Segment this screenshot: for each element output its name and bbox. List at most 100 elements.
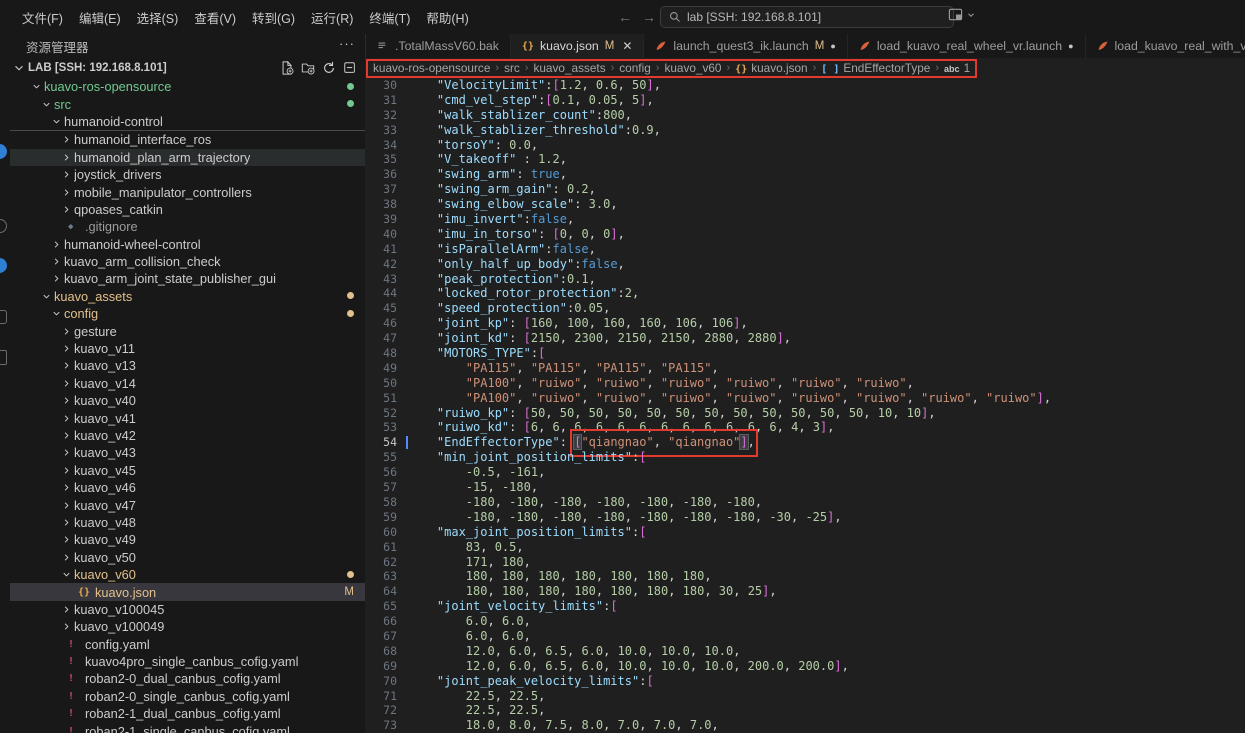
folder-item-kuavo_v100045[interactable]: kuavo_v100045 (10, 601, 365, 618)
code-line-69[interactable]: 69 12.0, 6.0, 6.5, 6.0, 10.0, 10.0, 10.0… (365, 659, 1245, 674)
code-line-30[interactable]: 30 "VelocityLimit":[1.2, 0.6, 50], (365, 78, 1245, 93)
code-line-56[interactable]: 56 -0.5, -161, (365, 465, 1245, 480)
folder-item-kuavo_v46[interactable]: kuavo_v46 (10, 479, 365, 496)
code-line-51[interactable]: 51 "PA100", "ruiwo", "ruiwo", "ruiwo", "… (365, 391, 1245, 406)
dirty-dot-icon[interactable]: ● (1068, 41, 1073, 51)
folder-item-kuavo_v49[interactable]: kuavo_v49 (10, 531, 365, 548)
folder-item-kuavo_arm_joint_state_publisher_gui[interactable]: kuavo_arm_joint_state_publisher_gui (10, 270, 365, 287)
file-item-kuavo4pro_single_canbus_cofig.yaml[interactable]: !kuavo4pro_single_canbus_cofig.yaml (10, 653, 365, 670)
code-line-49[interactable]: 49 "PA115", "PA115", "PA115", "PA115", (365, 361, 1245, 376)
breadcrumb-item-EndEffectorType[interactable]: [ ]EndEffectorType (821, 61, 930, 75)
code-line-48[interactable]: 48 "MOTORS_TYPE":[ (365, 346, 1245, 361)
code-line-39[interactable]: 39 "imu_invert":false, (365, 212, 1245, 227)
code-line-61[interactable]: 61 83, 0.5, (365, 540, 1245, 555)
file-item-roban2-1_dual_canbus_cofig.yaml[interactable]: !roban2-1_dual_canbus_cofig.yaml (10, 705, 365, 722)
folder-item-kuavo_v11[interactable]: kuavo_v11 (10, 340, 365, 357)
folder-item-kuavo_arm_collision_check[interactable]: kuavo_arm_collision_check (10, 253, 365, 270)
breadcrumb-item-src[interactable]: src (504, 61, 520, 75)
menu-item-7[interactable]: 帮助(H) (418, 5, 476, 30)
folder-item-humanoid_plan_arm_trajectory[interactable]: humanoid_plan_arm_trajectory (10, 149, 365, 166)
breadcrumb-item-kuavo_assets[interactable]: kuavo_assets (533, 61, 605, 75)
folder-item-humanoid-wheel-control[interactable]: humanoid-wheel-control (10, 236, 365, 253)
menu-item-6[interactable]: 终端(T) (361, 5, 418, 30)
customize-layout-button[interactable] (948, 7, 976, 22)
code-line-32[interactable]: 32 "walk_stablizer_count":800, (365, 108, 1245, 123)
editor-tab-.TotalMassV60.bak[interactable]: .TotalMassV60.bak (366, 34, 511, 58)
folder-item-kuavo_v43[interactable]: kuavo_v43 (10, 444, 365, 461)
close-icon[interactable]: ✕ (622, 39, 632, 53)
folder-item-kuavo_v47[interactable]: kuavo_v47 (10, 496, 365, 513)
code-line-64[interactable]: 64 180, 180, 180, 180, 180, 180, 180, 30… (365, 584, 1245, 599)
command-center-search[interactable]: lab [SSH: 192.168.8.101] (660, 6, 954, 28)
code-line-68[interactable]: 68 12.0, 6.0, 6.5, 6.0, 10.0, 10.0, 10.0… (365, 644, 1245, 659)
collapse-all-icon[interactable] (343, 61, 357, 75)
code-line-52[interactable]: 52 "ruiwo_kp": [50, 50, 50, 50, 50, 50, … (365, 406, 1245, 421)
breadcrumb-item-1[interactable]: abc1 (944, 61, 970, 75)
code-line-70[interactable]: 70 "joint_peak_velocity_limits":[ (365, 674, 1245, 689)
file-item-.gitignore[interactable]: ◆.gitignore (10, 218, 365, 235)
code-line-34[interactable]: 34 "torsoY": 0.0, (365, 138, 1245, 153)
menu-item-0[interactable]: 文件(F) (14, 5, 71, 30)
code-line-72[interactable]: 72 22.5, 22.5, (365, 703, 1245, 718)
dirty-dot-icon[interactable]: ● (830, 41, 835, 51)
code-editor[interactable]: 30 "VelocityLimit":[1.2, 0.6, 50],31 "cm… (365, 78, 1245, 733)
code-line-43[interactable]: 43 "peak_protection":0.1, (365, 272, 1245, 287)
editor-tab-kuavo.json[interactable]: {}kuavo.jsonM✕ (511, 34, 645, 58)
folder-item-kuavo_v40[interactable]: kuavo_v40 (10, 392, 365, 409)
new-file-icon[interactable] (280, 61, 294, 75)
code-line-42[interactable]: 42 "only_half_up_body":false, (365, 257, 1245, 272)
file-item-roban2-0_single_canbus_cofig.yaml[interactable]: !roban2-0_single_canbus_cofig.yaml (10, 688, 365, 705)
code-line-40[interactable]: 40 "imu_in_torso": [0, 0, 0], (365, 227, 1245, 242)
code-line-41[interactable]: 41 "isParallelArm":false, (365, 242, 1245, 257)
code-line-36[interactable]: 36 "swing_arm": true, (365, 167, 1245, 182)
code-line-73[interactable]: 73 18.0, 8.0, 7.5, 8.0, 7.0, 7.0, 7.0, (365, 718, 1245, 733)
folder-item-qpoases_catkin[interactable]: qpoases_catkin (10, 201, 365, 218)
code-line-60[interactable]: 60 "max_joint_position_limits":[ (365, 525, 1245, 540)
code-line-37[interactable]: 37 "swing_arm_gain": 0.2, (365, 182, 1245, 197)
new-folder-icon[interactable] (301, 61, 315, 75)
editor-tab-launch_quest3_ik.launch[interactable]: launch_quest3_ik.launchM● (644, 34, 847, 58)
folder-item-kuavo_v100049[interactable]: kuavo_v100049 (10, 618, 365, 635)
code-line-66[interactable]: 66 6.0, 6.0, (365, 614, 1245, 629)
code-line-63[interactable]: 63 180, 180, 180, 180, 180, 180, 180, (365, 569, 1245, 584)
code-line-46[interactable]: 46 "joint_kp": [160, 100, 160, 160, 106,… (365, 316, 1245, 331)
code-line-71[interactable]: 71 22.5, 22.5, (365, 689, 1245, 704)
refresh-icon[interactable] (322, 61, 336, 75)
workspace-section-header[interactable]: LAB [SSH: 192.168.8.101] (10, 58, 365, 78)
code-line-35[interactable]: 35 "V_takeoff" : 1.2, (365, 152, 1245, 167)
code-line-55[interactable]: 55 "min_joint_position_limits":[ (365, 450, 1245, 465)
folder-item-humanoid-control[interactable]: humanoid-control (10, 113, 365, 130)
nav-back-icon[interactable]: ← (618, 9, 632, 25)
folder-item-humanoid_interface_ros[interactable]: humanoid_interface_ros (10, 130, 365, 148)
code-line-57[interactable]: 57 -15, -180, (365, 480, 1245, 495)
code-line-59[interactable]: 59 -180, -180, -180, -180, -180, -180, -… (365, 510, 1245, 525)
code-line-65[interactable]: 65 "joint_velocity_limits":[ (365, 599, 1245, 614)
code-line-58[interactable]: 58 -180, -180, -180, -180, -180, -180, -… (365, 495, 1245, 510)
code-line-45[interactable]: 45 "speed_protection":0.05, (365, 301, 1245, 316)
folder-item-joystick_drivers[interactable]: joystick_drivers (10, 166, 365, 183)
folder-item-config[interactable]: config (10, 305, 365, 322)
breadcrumb-item-kuavo_v60[interactable]: kuavo_v60 (664, 61, 721, 75)
breadcrumb-item-config[interactable]: config (619, 61, 650, 75)
folder-item-kuavo_v60[interactable]: kuavo_v60 (10, 566, 365, 583)
code-line-31[interactable]: 31 "cmd_vel_step":[0.1, 0.05, 5], (365, 93, 1245, 108)
editor-tab-load_kuavo_real_wheel_vr.launch[interactable]: load_kuavo_real_wheel_vr.launch● (848, 34, 1086, 58)
code-line-44[interactable]: 44 "locked_rotor_protection":2, (365, 286, 1245, 301)
menu-item-1[interactable]: 编辑(E) (71, 5, 129, 30)
code-line-38[interactable]: 38 "swing_elbow_scale": 3.0, (365, 197, 1245, 212)
file-item-roban2-1_single_canbus_cofig.yaml[interactable]: !roban2-1_single_canbus_cofig.yaml (10, 722, 365, 733)
explorer-more-actions-button[interactable]: ··· (339, 36, 355, 51)
folder-item-kuavo_v48[interactable]: kuavo_v48 (10, 514, 365, 531)
folder-item-kuavo-ros-opensource[interactable]: kuavo-ros-opensource (10, 78, 365, 95)
folder-item-kuavo_v50[interactable]: kuavo_v50 (10, 549, 365, 566)
folder-item-mobile_manipulator_controllers[interactable]: mobile_manipulator_controllers (10, 183, 365, 200)
menu-item-2[interactable]: 选择(S) (129, 5, 187, 30)
folder-item-src[interactable]: src (10, 95, 365, 112)
breadcrumb-item-kuavo-ros-opensource[interactable]: kuavo-ros-opensource (373, 61, 490, 75)
code-line-50[interactable]: 50 "PA100", "ruiwo", "ruiwo", "ruiwo", "… (365, 376, 1245, 391)
folder-item-gesture[interactable]: gesture (10, 322, 365, 339)
editor-tab-load_kuavo_real_with_vr.launch[interactable]: load_kuavo_real_with_vr.launch (1086, 34, 1245, 58)
code-line-54[interactable]: 54 "EndEffectorType": ["qiangnao", "qian… (365, 435, 1245, 450)
folder-item-kuavo_v13[interactable]: kuavo_v13 (10, 357, 365, 374)
file-item-config.yaml[interactable]: !config.yaml (10, 636, 365, 653)
